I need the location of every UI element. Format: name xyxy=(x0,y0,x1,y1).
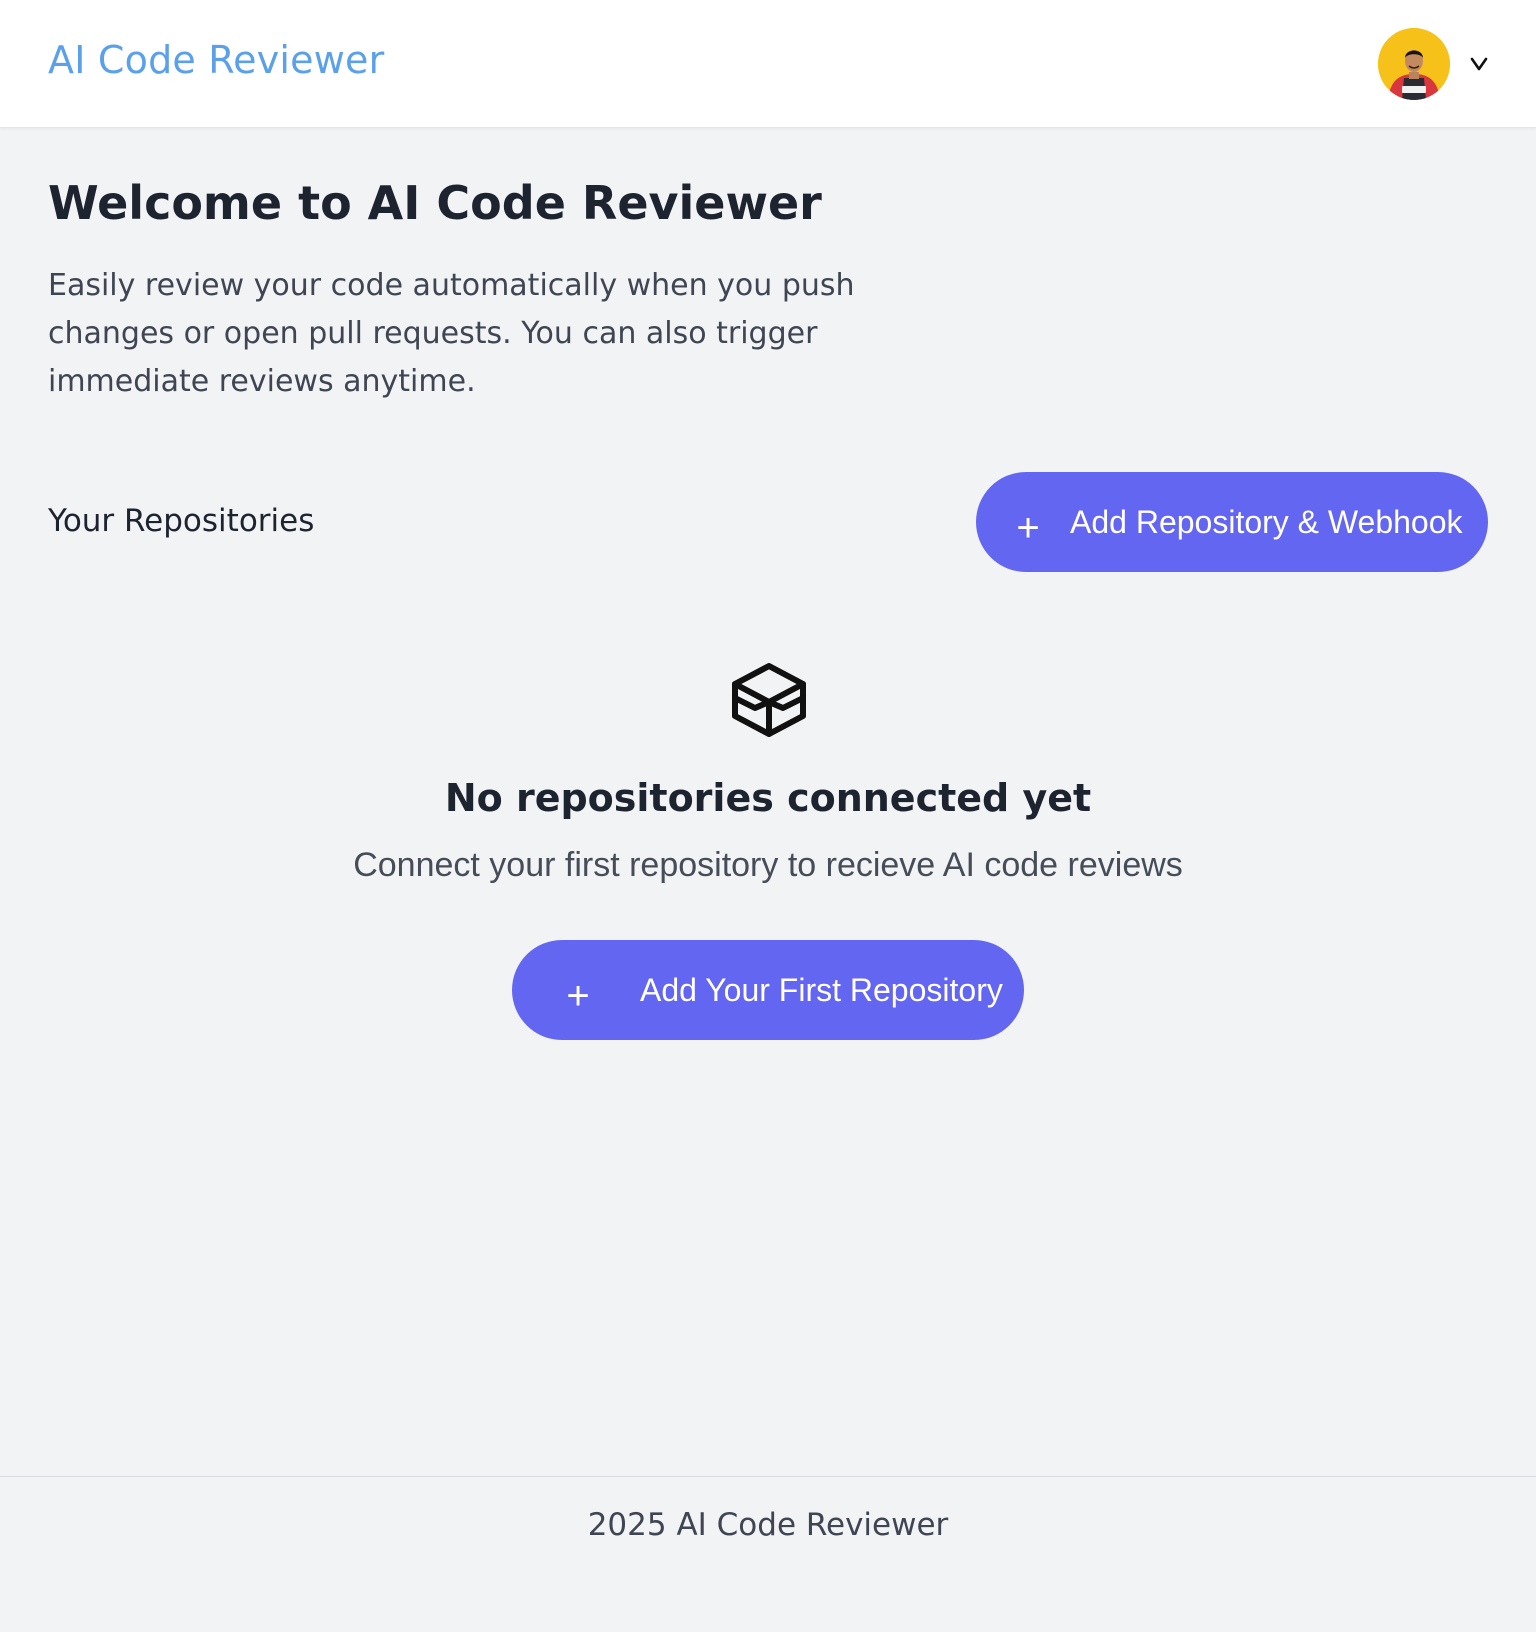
footer: 2025 AI Code Reviewer xyxy=(0,1476,1536,1632)
page: AI Code Reviewer Welcome to AI Code Revi xyxy=(0,0,1536,1632)
top-navbar: AI Code Reviewer xyxy=(0,0,1536,128)
empty-state-title: No repositories connected yet xyxy=(444,776,1092,820)
add-repository-webhook-button[interactable]: + Add Repository & Webhook xyxy=(976,472,1488,572)
user-avatar[interactable] xyxy=(1378,28,1450,100)
welcome-title: Welcome to AI Code Reviewer xyxy=(48,176,822,230)
add-first-repository-button[interactable]: + Add Your First Repository xyxy=(512,940,1024,1040)
empty-state-description: Connect your first repository to recieve… xyxy=(353,846,1183,884)
welcome-description: Easily review your code automatically wh… xyxy=(48,268,855,399)
avatar-image xyxy=(1378,28,1450,100)
plus-icon: + xyxy=(1016,506,1040,550)
add-first-repository-label: Add Your First Repository xyxy=(640,971,1003,1008)
user-menu[interactable] xyxy=(1378,28,1488,100)
plus-icon: + xyxy=(566,974,590,1018)
add-repository-webhook-label: Add Repository & Webhook xyxy=(1070,503,1463,540)
app-brand[interactable]: AI Code Reviewer xyxy=(48,38,384,82)
chevron-down-icon[interactable] xyxy=(1470,57,1488,71)
footer-copyright: 2025 AI Code Reviewer xyxy=(587,1507,949,1543)
box-icon xyxy=(732,663,806,737)
your-repositories-heading: Your Repositories xyxy=(48,503,315,539)
